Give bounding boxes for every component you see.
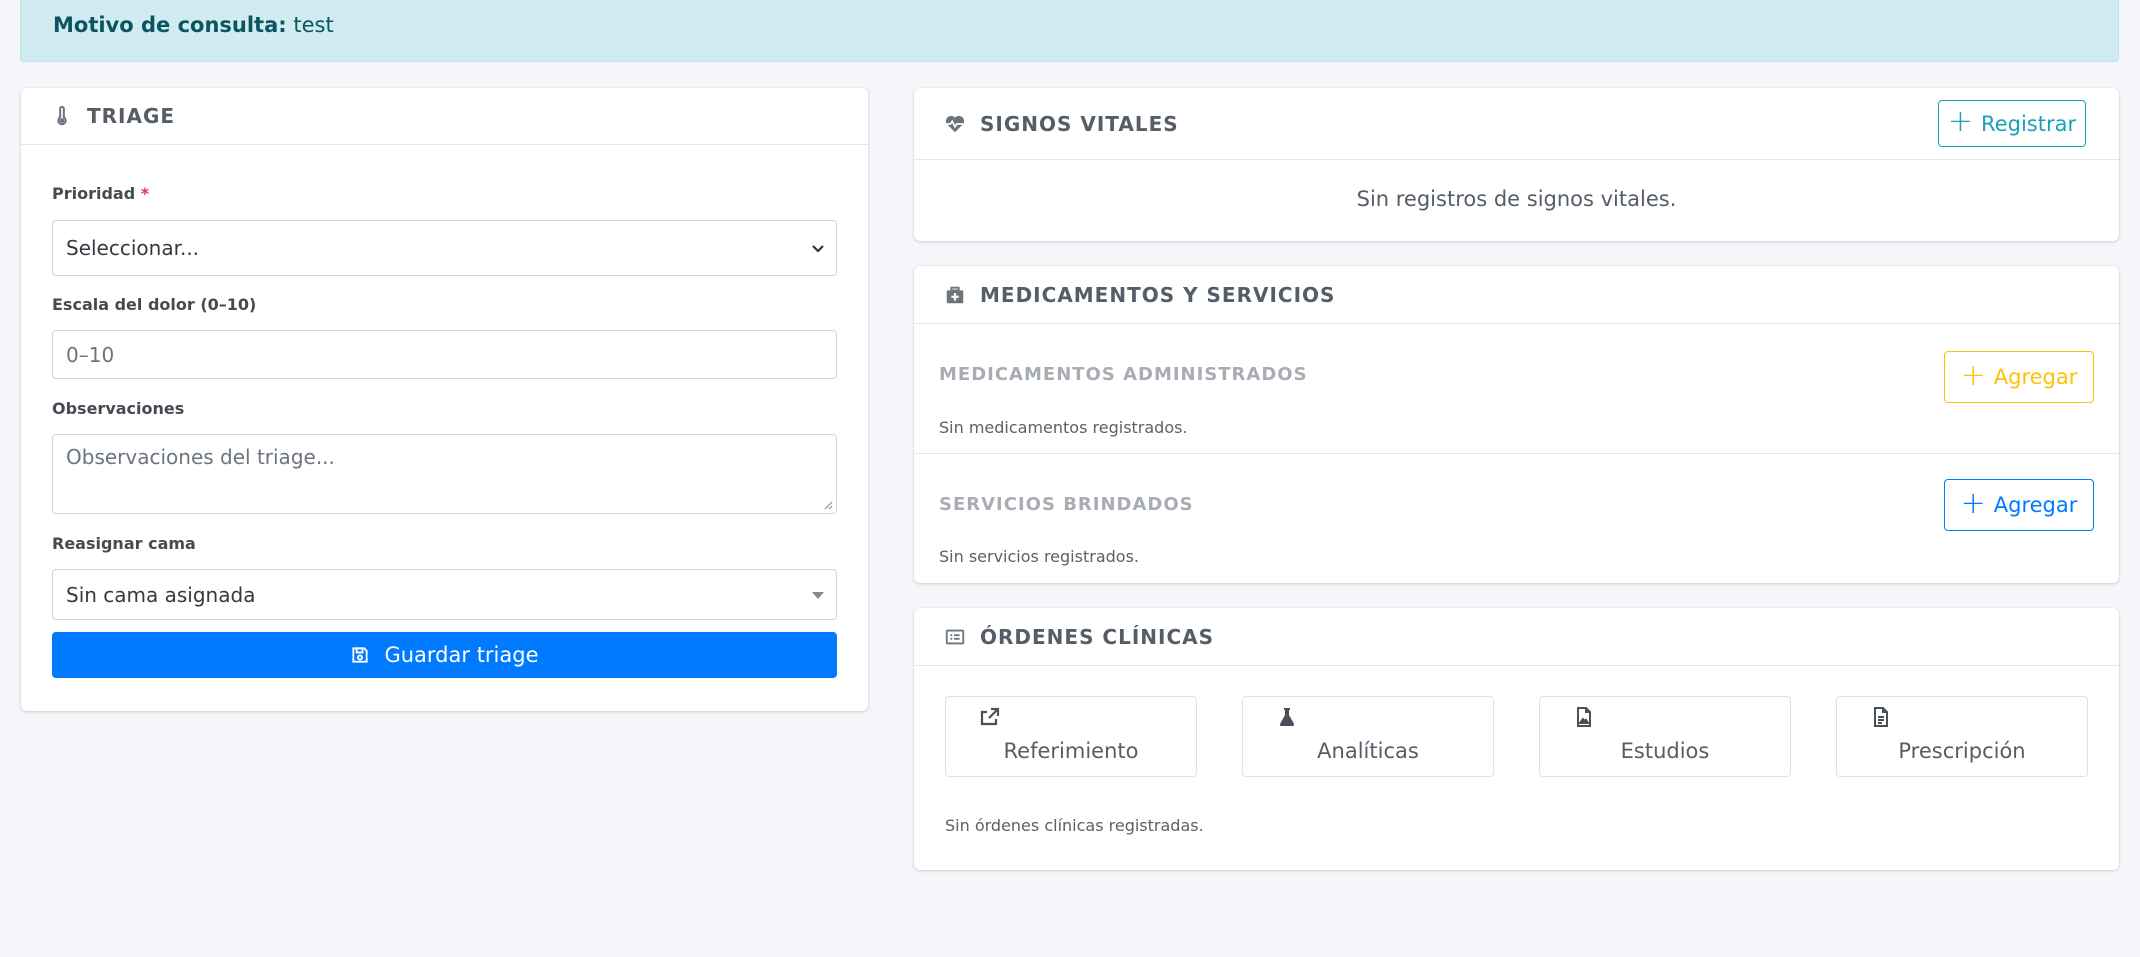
vitals-card: SIGNOS VITALES + Registrar Sin registros…: [914, 88, 2119, 241]
bed-select-value: Sin cama asignada: [66, 582, 256, 607]
meds-services-card: MEDICAMENTOS Y SERVICIOS MEDICAMENTOS AD…: [914, 266, 2119, 583]
administered-meds-title: MEDICAMENTOS ADMINISTRADOS: [939, 364, 1308, 385]
thermometer-icon: [51, 105, 73, 127]
vitals-empty-message: Sin registros de signos vitales.: [1356, 187, 1677, 211]
save-icon: [352, 647, 369, 663]
vitals-title: SIGNOS VITALES: [980, 111, 1179, 136]
heartbeat-icon: [944, 113, 966, 135]
meds-services-header: MEDICAMENTOS Y SERVICIOS: [914, 266, 2119, 324]
services-title: SERVICIOS BRINDADOS: [939, 494, 1194, 515]
order-tile-label: Referimiento: [1003, 739, 1139, 763]
clinical-orders-header: ÓRDENES CLÍNICAS: [914, 608, 2119, 666]
consultation-reason-label: Motivo de consulta:: [53, 13, 287, 37]
priority-label: Prioridad *: [52, 184, 150, 203]
observations-placeholder: Observaciones del triage...: [66, 445, 335, 469]
caret-down-icon: [812, 591, 824, 599]
pain-scale-placeholder: 0–10: [66, 342, 115, 367]
save-triage-button[interactable]: Guardar triage: [52, 632, 837, 678]
clinical-orders-card: ÓRDENES CLÍNICAS Referimiento Analíticas…: [914, 608, 2119, 870]
chevron-down-icon: [812, 245, 824, 253]
pain-scale-input[interactable]: 0–10: [52, 330, 837, 379]
order-tile-label: Prescripción: [1898, 739, 2026, 763]
meds-services-title: MEDICAMENTOS Y SERVICIOS: [980, 282, 1336, 307]
add-medication-button[interactable]: + Agregar: [1944, 351, 2094, 403]
priority-select[interactable]: Seleccionar...: [52, 220, 837, 276]
section-divider: [914, 453, 2119, 454]
order-tile-prescripcion[interactable]: Prescripción: [1836, 696, 2088, 777]
plus-icon: +: [1960, 485, 1986, 521]
order-tile-label: Estudios: [1620, 739, 1710, 763]
consultation-reason-alert: Motivo de consulta: test: [20, 0, 2119, 62]
clinical-orders-title: ÓRDENES CLÍNICAS: [980, 624, 1215, 649]
file-text-icon: [1869, 705, 1893, 729]
add-medication-label: Agregar: [1993, 365, 2078, 389]
triage-card: TRIAGE Prioridad * Seleccionar... Escala…: [21, 88, 868, 711]
priority-select-value: Seleccionar...: [66, 236, 200, 260]
order-tile-analiticas[interactable]: Analíticas: [1242, 696, 1494, 777]
orders-empty-message: Sin órdenes clínicas registradas.: [945, 816, 1204, 835]
add-service-label: Agregar: [1993, 493, 2078, 517]
add-service-button[interactable]: + Agregar: [1944, 479, 2094, 531]
bed-label: Reasignar cama: [52, 534, 196, 553]
observations-textarea[interactable]: Observaciones del triage...: [52, 434, 837, 514]
register-vitals-label: Registrar: [1981, 111, 2077, 136]
consultation-reason-value: test: [293, 13, 334, 37]
order-tile-label: Analíticas: [1317, 739, 1419, 763]
meds-empty-message: Sin medicamentos registrados.: [939, 418, 1188, 437]
medkit-icon: [944, 284, 966, 306]
bed-select[interactable]: Sin cama asignada: [52, 569, 837, 620]
triage-header: TRIAGE: [21, 88, 868, 145]
share-square-icon: [978, 705, 1002, 729]
observations-label: Observaciones: [52, 399, 185, 418]
triage-title: TRIAGE: [87, 104, 176, 128]
required-marker: *: [140, 184, 150, 203]
list-alt-icon: [944, 626, 966, 648]
plus-icon: +: [1960, 357, 1986, 393]
file-image-icon: [1572, 705, 1596, 729]
plus-icon: +: [1947, 104, 1974, 139]
save-triage-label: Guardar triage: [384, 643, 539, 667]
register-vitals-button[interactable]: + Registrar: [1938, 100, 2086, 147]
order-tile-referimiento[interactable]: Referimiento: [945, 696, 1197, 777]
services-empty-message: Sin servicios registrados.: [939, 547, 1139, 566]
order-tile-estudios[interactable]: Estudios: [1539, 696, 1791, 777]
resize-handle-icon[interactable]: [823, 500, 833, 510]
pain-scale-label: Escala del dolor (0–10): [52, 295, 257, 314]
flask-icon: [1275, 705, 1299, 729]
